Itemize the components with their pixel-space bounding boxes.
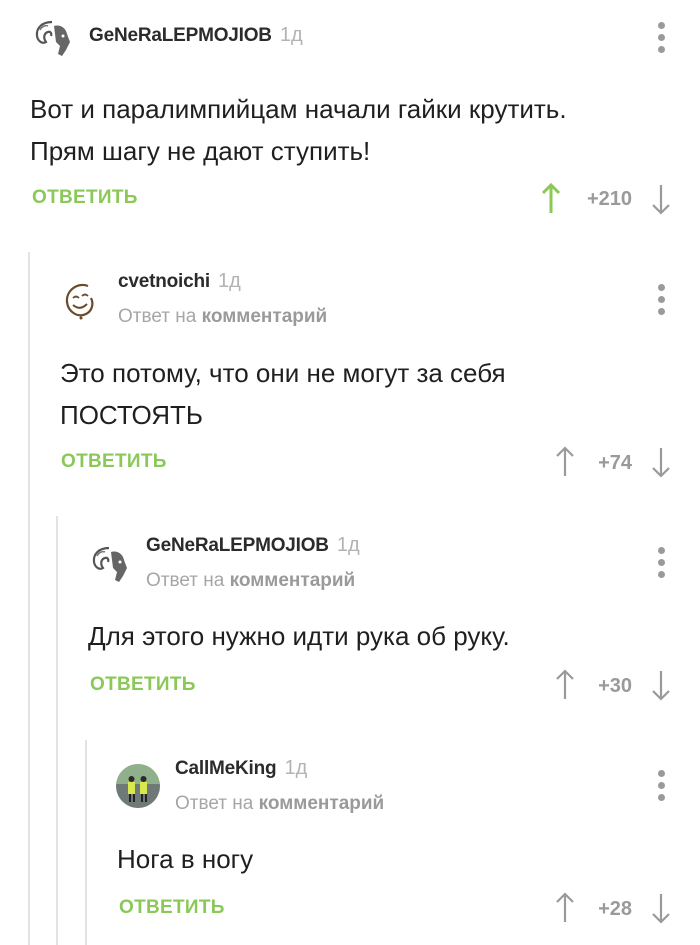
comment-text: Для этого нужно идти рука об руку. [88, 615, 668, 657]
comment-text-line: Вот и паралимпийцам начали гайки крутить… [30, 94, 567, 124]
timestamp: 1д [279, 24, 303, 46]
username[interactable]: GeNeRaLEPMOJIOB [89, 25, 272, 47]
reply-button[interactable]: ОТВЕТИТЬ [32, 187, 138, 209]
more-options-button[interactable] [655, 284, 667, 318]
downvote-arrow-icon[interactable] [650, 446, 672, 478]
username[interactable]: GeNeRaLEPMOJIOB [146, 535, 329, 557]
avatar[interactable] [87, 542, 131, 586]
reply-to-link[interactable]: комментарий [202, 306, 328, 327]
reply-to-link[interactable]: комментарий [230, 570, 356, 591]
more-options-button[interactable] [655, 22, 667, 56]
avatar[interactable] [116, 764, 160, 808]
username[interactable]: CallMeKing [175, 758, 277, 780]
more-options-button[interactable] [655, 770, 667, 804]
downvote-arrow-icon[interactable] [650, 892, 672, 924]
reply-to-label: Ответ на комментарий [175, 793, 384, 815]
rating-score: +74 [598, 452, 632, 474]
ram-icon [92, 546, 127, 582]
comment-text-line: ПОСТОЯТЬ [60, 400, 203, 430]
timestamp: 1д [284, 757, 308, 779]
timestamp: 1д [217, 270, 241, 292]
photo-avatar-icon [116, 764, 160, 808]
timestamp: 1д [336, 534, 360, 556]
reply-to-prefix: Ответ на [146, 570, 225, 591]
rating-score: +30 [598, 675, 632, 697]
smiley-icon [65, 283, 94, 320]
ram-icon [35, 20, 70, 56]
thread-line-level-1 [28, 252, 30, 945]
upvote-arrow-icon[interactable] [540, 183, 562, 215]
avatar[interactable] [58, 278, 102, 322]
username[interactable]: cvetnoichi [118, 271, 210, 293]
reply-button[interactable]: ОТВЕТИТЬ [119, 897, 225, 919]
comment-text-line: Это потому, что они не могут за себя [60, 358, 506, 388]
thread-line-level-3 [85, 740, 87, 945]
more-options-button[interactable] [655, 547, 667, 581]
rating-score: +210 [586, 188, 632, 210]
rating-score: +28 [598, 898, 632, 920]
reply-to-label: Ответ на комментарий [118, 306, 327, 328]
reply-to-prefix: Ответ на [175, 793, 254, 814]
reply-to-prefix: Ответ на [118, 306, 197, 327]
thread-line-level-2 [56, 516, 58, 945]
reply-to-link[interactable]: комментарий [259, 793, 385, 814]
comment-text-line: Для этого нужно идти рука об руку. [88, 621, 510, 651]
comment-text-line: Прям шагу не дают ступить! [30, 136, 371, 166]
comment-text: Нога в ногу [117, 838, 657, 880]
comment-text: Вот и паралимпийцам начали гайки крутить… [30, 88, 670, 172]
downvote-arrow-icon[interactable] [650, 183, 672, 215]
reply-button[interactable]: ОТВЕТИТЬ [61, 451, 167, 473]
downvote-arrow-icon[interactable] [650, 669, 672, 701]
reply-to-label: Ответ на комментарий [146, 570, 355, 592]
reply-button[interactable]: ОТВЕТИТЬ [90, 674, 196, 696]
comment-text-line: Нога в ногу [117, 844, 254, 874]
avatar[interactable] [30, 16, 74, 60]
comment-text: Это потому, что они не могут за себя ПОС… [60, 352, 660, 436]
